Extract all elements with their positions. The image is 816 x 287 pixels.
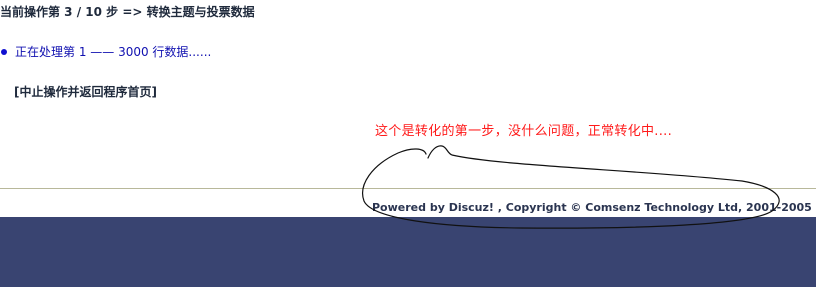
annotation-text: 这个是转化的第一步，没什么问题，正常转化中.... (375, 124, 673, 139)
progress-text: 正在处理第 1 —— 3000 行数据...... (15, 45, 212, 59)
bullet-icon (1, 48, 7, 55)
footer-copyright: Powered by Discuz! , Copyright © Comsenz… (372, 201, 812, 214)
footer-band (0, 217, 816, 287)
abort-return-link[interactable]: [中止操作并返回程序首页] (14, 83, 157, 100)
step-heading: 当前操作第 3 / 10 步 => 转换主题与投票数据 (0, 5, 255, 19)
footer-divider (0, 188, 816, 189)
progress-status: 正在处理第 1 —— 3000 行数据...... (0, 43, 211, 60)
page: 当前操作第 3 / 10 步 => 转换主题与投票数据 正在处理第 1 —— 3… (0, 0, 816, 287)
